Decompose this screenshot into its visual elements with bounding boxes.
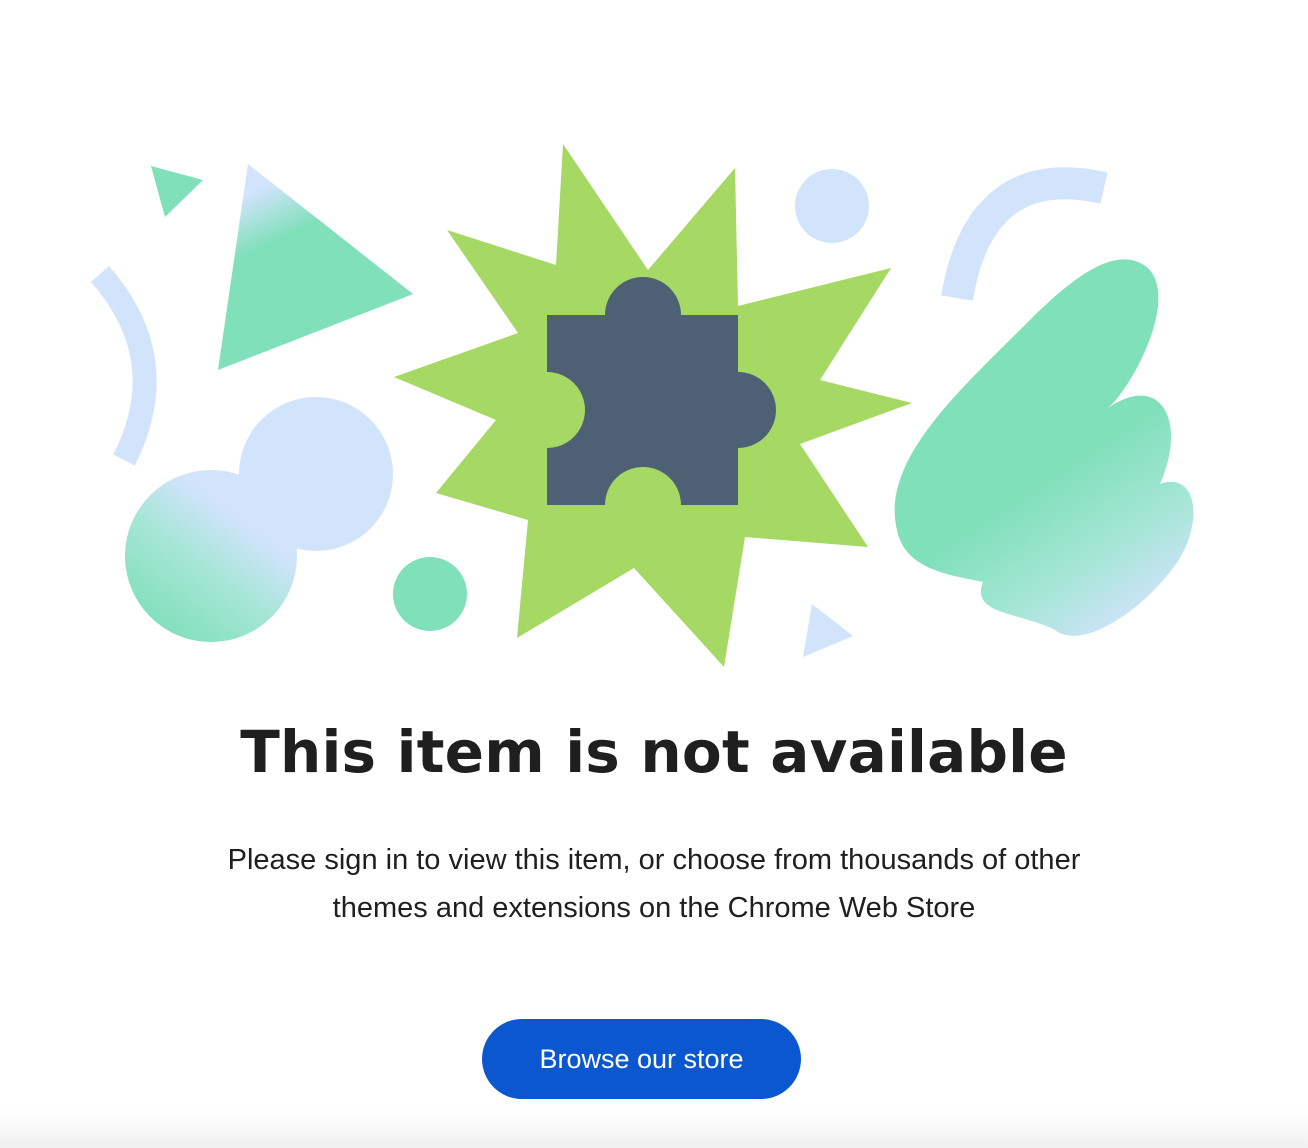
bottom-fade <box>0 1110 1308 1148</box>
page-title: This item is not available <box>240 718 1068 786</box>
page-message: Please sign in to view this item, or cho… <box>227 844 1081 924</box>
large-triangle-shape <box>218 164 413 370</box>
wavy-blob-shape <box>894 259 1194 636</box>
light-blue-dot <box>795 169 869 243</box>
small-triangle-shape <box>151 166 203 217</box>
mint-dot <box>393 557 467 631</box>
browse-store-button[interactable]: Browse our store <box>482 1019 801 1099</box>
puzzle-piece-icon <box>509 277 776 543</box>
small-blue-triangle-shape <box>803 604 853 657</box>
not-available-illustration <box>90 144 1194 667</box>
page: This item is not available Please sign i… <box>0 0 1308 1148</box>
gradient-circle <box>125 470 297 642</box>
left-arc-shape <box>90 266 157 466</box>
